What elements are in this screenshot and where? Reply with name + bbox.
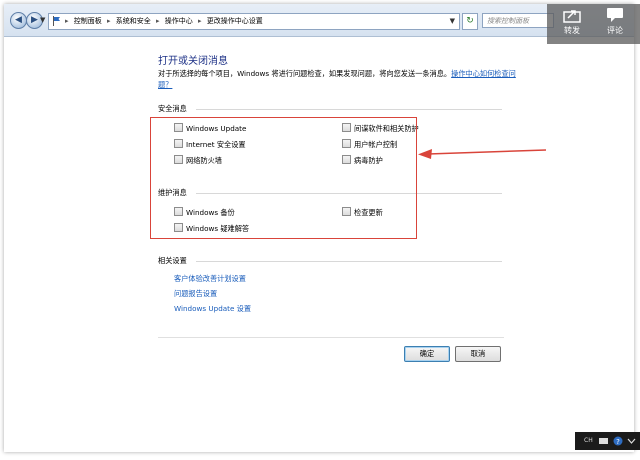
ok-button[interactable]: 确定 [404, 346, 450, 362]
checkbox-virus-protection[interactable]: 病毒防护 [342, 155, 383, 165]
related-settings-heading: 相关设置 [158, 256, 187, 265]
recent-pages-dropdown[interactable]: ▼ [40, 16, 45, 24]
navigation-bar: ◀ ▶ ▼ ▸ 控制面板 ▸ 系统和安全 ▸ 操作中心 ▸ 更改操作中心设置 ▼… [4, 4, 634, 37]
maintenance-messages-heading: 维护消息 [158, 188, 187, 197]
breadcrumb-item-change-settings[interactable]: 更改操作中心设置 [207, 17, 263, 25]
refresh-button[interactable]: ↻ [462, 13, 478, 30]
related-divider [196, 261, 502, 262]
security-divider [196, 109, 502, 110]
checkbox-box[interactable] [174, 223, 183, 232]
search-input[interactable]: 搜索控制面板 [482, 13, 554, 28]
checkbox-windows-update[interactable]: Windows Update [174, 123, 246, 133]
maintenance-divider [196, 193, 502, 194]
breadcrumb-chevron-icon: ▸ [65, 17, 69, 25]
checkbox-check-updates[interactable]: 检查更新 [342, 207, 383, 217]
breadcrumb-item-system-security[interactable]: 系统和安全 [116, 17, 151, 25]
checkbox-box[interactable] [342, 139, 351, 148]
share-icon [563, 10, 581, 23]
checkbox-box[interactable] [174, 207, 183, 216]
breadcrumb-item-action-center[interactable]: 操作中心 [165, 17, 193, 25]
annotation-arrow-icon [418, 149, 547, 159]
security-messages-heading: 安全消息 [158, 104, 187, 113]
checkbox-user-account-control[interactable]: 用户帐户控制 [342, 139, 397, 149]
comment-button[interactable]: 评论 [595, 7, 635, 43]
footer-divider [158, 337, 504, 338]
page-title: 打开或关闭消息 [158, 56, 228, 67]
checkbox-box[interactable] [342, 123, 351, 132]
problem-reporting-settings-link[interactable]: 问题报告设置 [174, 289, 217, 299]
comment-icon [607, 8, 623, 22]
windows-update-settings-link[interactable]: Windows Update 设置 [174, 304, 251, 314]
checkbox-box[interactable] [342, 155, 351, 164]
breadcrumb-chevron-icon[interactable]: ▸ [156, 17, 160, 25]
system-tray: CH ? [575, 432, 640, 450]
address-dropdown-icon[interactable]: ▼ [450, 14, 455, 29]
svg-text:?: ? [616, 438, 620, 446]
checkbox-internet-security[interactable]: Internet 安全设置 [174, 139, 246, 149]
checkbox-windows-backup[interactable]: Windows 备份 [174, 207, 235, 217]
checkbox-box[interactable] [342, 207, 351, 216]
checkbox-box[interactable] [174, 139, 183, 148]
address-bar[interactable]: ▸ 控制面板 ▸ 系统和安全 ▸ 操作中心 ▸ 更改操作中心设置 ▼ [48, 13, 460, 30]
customer-experience-settings-link[interactable]: 客户体验改善计划设置 [174, 274, 246, 284]
control-panel-flag-icon [53, 16, 60, 26]
annotation-highlight-box [150, 117, 417, 239]
main-content: 打开或关闭消息 对于所选择的每个项目，Windows 将进行问题检查，如果发现问… [4, 37, 634, 452]
share-button[interactable]: 转发 [552, 7, 592, 43]
help-icon[interactable]: ? [613, 436, 623, 446]
page-description: 对于所选择的每个项目，Windows 将进行问题检查，如果发现问题，将向您发送一… [158, 69, 516, 89]
checkbox-box[interactable] [174, 123, 183, 132]
breadcrumb-chevron-icon[interactable]: ▸ [107, 17, 111, 25]
language-indicator[interactable]: CH [584, 436, 593, 446]
keyboard-icon[interactable] [599, 436, 608, 446]
back-button[interactable]: ◀ [10, 12, 27, 29]
checkbox-network-firewall[interactable]: 网络防火墙 [174, 155, 222, 165]
checkbox-windows-troubleshooting[interactable]: Windows 疑难解答 [174, 223, 249, 233]
breadcrumb: ▸ 控制面板 ▸ 系统和安全 ▸ 操作中心 ▸ 更改操作中心设置 [65, 14, 266, 29]
tray-options-icon[interactable] [627, 436, 636, 446]
share-overlay: 转发 评论 [547, 4, 640, 44]
breadcrumb-item-control-panel[interactable]: 控制面板 [74, 17, 102, 25]
checkbox-box[interactable] [174, 155, 183, 164]
cancel-button[interactable]: 取消 [455, 346, 501, 362]
breadcrumb-chevron-icon[interactable]: ▸ [198, 17, 202, 25]
checkbox-spyware-protection[interactable]: 间谍软件和相关防护 [342, 123, 419, 133]
control-panel-window: ◀ ▶ ▼ ▸ 控制面板 ▸ 系统和安全 ▸ 操作中心 ▸ 更改操作中心设置 ▼… [4, 4, 634, 452]
